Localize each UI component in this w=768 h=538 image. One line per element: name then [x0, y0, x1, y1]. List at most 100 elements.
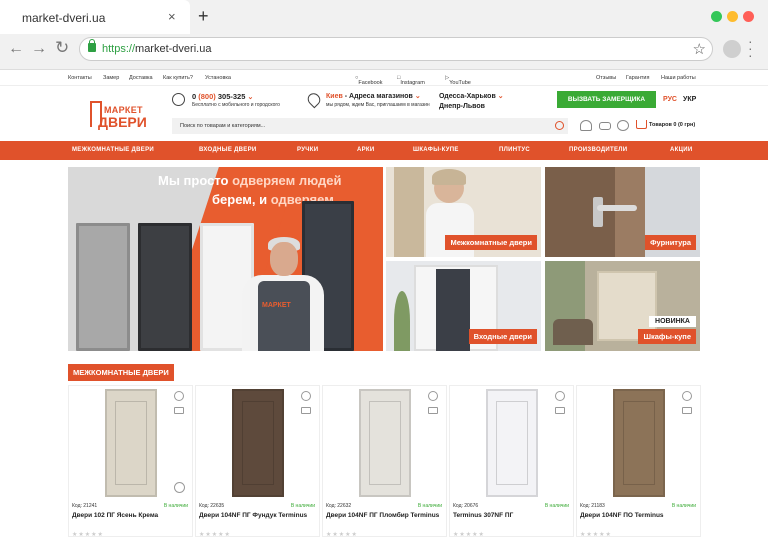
- lang-ru[interactable]: РУС: [663, 96, 677, 103]
- tile-interior-doors[interactable]: Межкомнатные двери: [386, 167, 541, 257]
- product-name[interactable]: Terminus 307NF ПГ: [453, 512, 571, 520]
- product-image[interactable]: [105, 389, 157, 497]
- search-input[interactable]: Поиск по товарам и категориям...: [172, 118, 568, 134]
- phone-number[interactable]: 0 (800) 305-325 ⌄: [192, 92, 253, 101]
- instagram-link[interactable]: □ Instagram: [397, 75, 425, 86]
- nav-arches[interactable]: АРКИ: [357, 147, 375, 153]
- product-name[interactable]: Двери 104NF ПО Terminus: [580, 512, 698, 520]
- user-icon[interactable]: [617, 120, 629, 131]
- wishlist-heart-icon[interactable]: [428, 391, 438, 401]
- nav-interior-doors[interactable]: МЕЖКОМНАТНЫЕ ДВЕРИ: [72, 147, 154, 153]
- nav-manufacturers[interactable]: ПРОИЗВОДИТЕЛИ: [569, 147, 627, 153]
- search-placeholder: Поиск по товарам и категориям...: [180, 123, 266, 129]
- cart-icon[interactable]: [636, 120, 647, 129]
- back-arrow-icon[interactable]: ←: [8, 40, 24, 58]
- zoom-icon[interactable]: [174, 482, 185, 493]
- address-bar[interactable]: https://market-dveri.ua ☆: [79, 37, 713, 61]
- url-scheme: https://: [102, 43, 136, 55]
- nav-promotions[interactable]: АКЦИИ: [670, 147, 693, 153]
- toplink-contacts[interactable]: Контакты: [68, 75, 92, 81]
- lang-uk[interactable]: УКР: [683, 96, 696, 103]
- door-panel: [369, 401, 401, 485]
- tab-title: market-dveri.ua: [22, 11, 106, 25]
- product-name[interactable]: Двери 104NF ПГ Пломбир Terminus: [326, 512, 444, 520]
- minimize-button[interactable]: [727, 11, 738, 22]
- tile-wardrobes-label: Шкафы-купе: [638, 329, 696, 344]
- compare-scale-icon[interactable]: [174, 407, 184, 414]
- hero-door-dark: [138, 223, 192, 351]
- nav-plinth[interactable]: ПЛИНТУС: [499, 147, 530, 153]
- cart-summary[interactable]: Товаров 0 (0 грн): [649, 122, 695, 128]
- close-tab-icon[interactable]: ×: [168, 9, 176, 24]
- tile-entrance-door: [436, 269, 470, 351]
- product-card[interactable]: Код: 20676 В наличии Terminus 307NF ПГ ★…: [449, 385, 574, 538]
- toplink-our-works[interactable]: Наши работы: [661, 75, 696, 81]
- youtube-link[interactable]: ▷ YouTube: [445, 75, 471, 86]
- toplink-measure[interactable]: Замер: [103, 75, 119, 81]
- browser-tab[interactable]: market-dveri.ua ×: [0, 0, 190, 34]
- other-cities[interactable]: Одесса-Харьков ⌄ Днепр-Львов: [439, 92, 504, 112]
- toplink-warranty[interactable]: Гарантия: [626, 75, 649, 81]
- compare-scale-icon[interactable]: [682, 407, 692, 414]
- product-name[interactable]: Двери 104NF ПГ Фундук Terminus: [199, 512, 317, 520]
- product-image[interactable]: [359, 389, 411, 497]
- tile-interior-door-leaf: [394, 167, 424, 257]
- wishlist-heart-icon[interactable]: [555, 391, 565, 401]
- hero-banner[interactable]: Мы просто одверяем людей берем, и одверя…: [68, 167, 383, 351]
- stock-status: В наличии: [671, 503, 696, 509]
- product-card[interactable]: Код: 21241 В наличии Двери 102 ПГ Ясень …: [68, 385, 193, 538]
- tile-hardware-handle: [597, 205, 637, 211]
- profile-avatar[interactable]: [723, 40, 741, 58]
- site-logo[interactable]: МАРКЕТ ДВЕРИ: [88, 97, 147, 130]
- compare-scale-icon[interactable]: [555, 407, 565, 414]
- lock-icon: [88, 39, 96, 52]
- tile-interior-girl-hat: [432, 169, 466, 185]
- city-chevron-icon[interactable]: ⌄: [415, 93, 421, 100]
- product-image[interactable]: [613, 389, 665, 497]
- product-image[interactable]: [486, 389, 538, 497]
- facebook-link[interactable]: ○ Facebook: [355, 75, 382, 86]
- wishlist-heart-icon[interactable]: [174, 391, 184, 401]
- tile-hardware[interactable]: Фурнитура: [545, 167, 700, 257]
- product-card[interactable]: Код: 21183 В наличии Двери 104NF ПО Term…: [576, 385, 701, 538]
- search-icon[interactable]: [555, 121, 564, 130]
- reload-icon[interactable]: ↻: [55, 38, 69, 58]
- hero-person-head: [270, 242, 298, 276]
- wishlist-heart-icon[interactable]: [682, 391, 692, 401]
- hero-line-1-a: Мы просто: [158, 173, 229, 188]
- maximize-button[interactable]: [711, 11, 722, 22]
- product-name[interactable]: Двери 102 ПГ Ясень Крема: [72, 512, 190, 520]
- call-measurer-button[interactable]: ВЫЗВАТЬ ЗАМЕРЩИКА: [557, 91, 656, 108]
- nav-wardrobes[interactable]: ШКАФЫ-КУПЕ: [413, 147, 459, 153]
- tile-wardrobes[interactable]: НОВИНКА Шкафы-купе: [545, 261, 700, 351]
- toplink-delivery[interactable]: Доставка: [129, 75, 153, 81]
- compare-scale-icon[interactable]: [428, 407, 438, 414]
- product-card[interactable]: Код: 22635 В наличии Двери 104NF ПГ Фунд…: [195, 385, 320, 538]
- url-text[interactable]: https://market-dveri.ua: [102, 43, 211, 55]
- phone-prefix: 0: [192, 92, 197, 101]
- new-tab-button[interactable]: +: [198, 6, 209, 27]
- tile-hardware-wood: [545, 167, 615, 257]
- heart-icon[interactable]: [580, 120, 592, 131]
- compare-scale-icon[interactable]: [599, 122, 611, 130]
- cities-chevron-icon[interactable]: ⌄: [498, 93, 504, 100]
- forward-arrow-icon[interactable]: →: [31, 40, 47, 58]
- product-card[interactable]: Код: 22632 В наличии Двери 104NF ПГ Плом…: [322, 385, 447, 538]
- nav-entrance-doors[interactable]: ВХОДНЫЕ ДВЕРИ: [199, 147, 257, 153]
- phone-chevron-icon[interactable]: ⌄: [248, 94, 254, 101]
- nav-handles[interactable]: РУЧКИ: [297, 147, 318, 153]
- toplink-reviews[interactable]: Отзывы: [596, 75, 616, 81]
- wishlist-heart-icon[interactable]: [301, 391, 311, 401]
- bookmark-star-icon[interactable]: ☆: [693, 40, 706, 58]
- door-panel: [623, 401, 655, 485]
- compare-scale-icon[interactable]: [301, 407, 311, 414]
- product-image[interactable]: [232, 389, 284, 497]
- kiev-stores-link[interactable]: Киев - Адреса магазинов ⌄: [326, 92, 421, 100]
- toplink-installation[interactable]: Установка: [205, 75, 231, 81]
- stock-status: В наличии: [417, 503, 442, 509]
- browser-menu-icon[interactable]: · · ·: [748, 34, 753, 62]
- toplink-how-to-buy[interactable]: Как купить?: [163, 75, 193, 81]
- tile-entrance-doors[interactable]: Входные двери: [386, 261, 541, 351]
- close-window-button[interactable]: [743, 11, 754, 22]
- phone-icon: [172, 93, 185, 106]
